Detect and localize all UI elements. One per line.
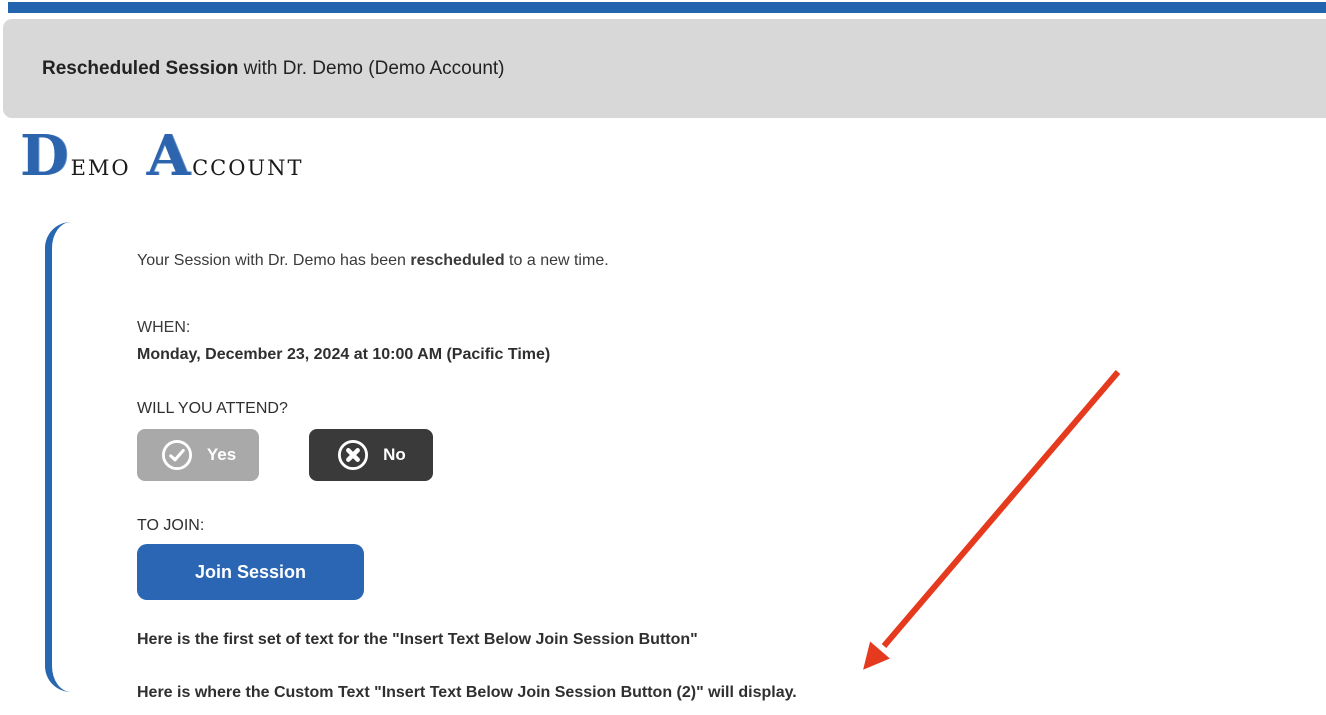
no-button[interactable]: No — [309, 429, 433, 481]
yes-button-label: Yes — [207, 445, 236, 465]
when-value: Monday, December 23, 2024 at 10:00 AM (P… — [137, 341, 1326, 368]
yes-button[interactable]: Yes — [137, 429, 259, 481]
custom-text-below-button-2: Here is where the Custom Text "Insert Te… — [137, 682, 1326, 704]
email-body-quote-block: Your Session with Dr. Demo has been resc… — [45, 222, 1326, 692]
circle-x-icon — [336, 438, 370, 472]
circle-check-icon — [160, 438, 194, 472]
no-button-label: No — [383, 445, 406, 465]
when-label: WHEN: — [137, 314, 1326, 341]
email-subject-header: Rescheduled Session with Dr. Demo (Demo … — [3, 19, 1326, 118]
join-session-button[interactable]: Join Session — [137, 544, 364, 600]
attend-button-row: Yes No — [137, 429, 1326, 481]
intro-text-pre: Your Session with Dr. Demo has been — [137, 252, 410, 269]
subject-title-rest: with Dr. Demo (Demo Account) — [238, 58, 504, 79]
tojoin-label: TO JOIN: — [137, 515, 1326, 537]
logo-account-initial: A — [147, 128, 190, 184]
when-section: WHEN: Monday, December 23, 2024 at 10:00… — [137, 314, 1326, 368]
logo-demo-initial: D — [20, 128, 69, 184]
subject-title-bold: Rescheduled Session — [42, 58, 238, 79]
demo-account-logo: DEMO ACCOUNT — [20, 128, 306, 184]
logo-demo-rest: EMO — [71, 156, 131, 180]
top-accent-bar — [8, 2, 1326, 13]
intro-text-bold: rescheduled — [410, 252, 504, 269]
intro-text-post: to a new time. — [505, 252, 609, 269]
logo-account-rest: CCOUNT — [192, 156, 303, 180]
intro-text: Your Session with Dr. Demo has been resc… — [137, 252, 1326, 270]
email-preview-page: { "header": { "title_bold": "Rescheduled… — [0, 0, 1326, 715]
attend-label: WILL YOU ATTEND? — [137, 398, 1326, 420]
subject-title: Rescheduled Session with Dr. Demo (Demo … — [42, 58, 505, 80]
custom-text-below-button-1: Here is the first set of text for the "I… — [137, 629, 1326, 651]
